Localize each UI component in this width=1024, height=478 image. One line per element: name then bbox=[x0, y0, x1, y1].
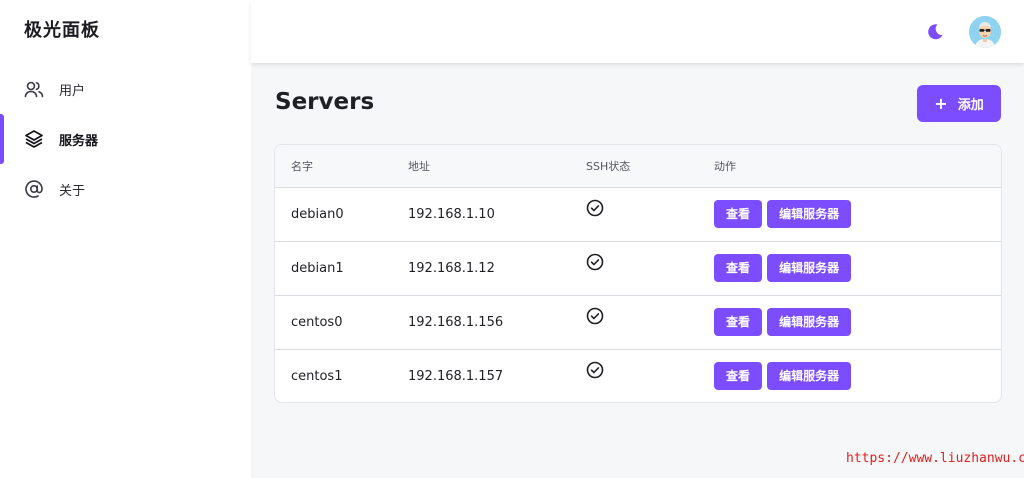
edit-server-button[interactable]: 编辑服务器 bbox=[767, 362, 852, 391]
check-circle-icon bbox=[586, 199, 604, 217]
users-icon bbox=[24, 79, 44, 99]
server-name: debian0 bbox=[291, 206, 344, 222]
server-address: 192.168.1.10 bbox=[408, 206, 495, 222]
watermark-text: https://www.liuzhanwu.cn bbox=[846, 451, 1024, 466]
server-address: 192.168.1.157 bbox=[408, 348, 586, 402]
server-address: 192.168.1.12 bbox=[408, 240, 586, 295]
ssh-status-cell bbox=[586, 348, 714, 402]
sidebar-item-label: 服务器 bbox=[59, 133, 99, 149]
actions-cell: 查看 编辑服务器 bbox=[714, 294, 1001, 349]
column-header-name: 名字 bbox=[275, 145, 408, 188]
sidebar-item-label: 用户 bbox=[59, 83, 86, 99]
column-header-actions: 动作 bbox=[714, 145, 1001, 188]
check-circle-icon bbox=[586, 361, 604, 379]
actions-cell: 查看 编辑服务器 bbox=[714, 348, 1001, 402]
server-name: centos0 bbox=[275, 294, 408, 349]
actions-cell: 查看 编辑服务器 bbox=[714, 187, 1001, 241]
edit-server-button[interactable]: 编辑服务器 bbox=[767, 200, 852, 228]
add-server-button[interactable]: + 添加 bbox=[917, 85, 1001, 122]
sidebar-item-users[interactable]: 用户 bbox=[0, 64, 251, 114]
view-button[interactable]: 查看 bbox=[714, 254, 763, 282]
sidebar-item-label: 关于 bbox=[59, 183, 86, 199]
servers-table-card: 名字 地址 SSH状态 动作 debian0 192.168.1.10 查看 编… bbox=[274, 144, 1002, 403]
table-header: 名字 地址 SSH状态 动作 bbox=[275, 145, 1001, 188]
table-row: debian1 192.168.1.12 查看 编辑服务器 bbox=[275, 240, 1001, 295]
edit-server-button[interactable]: 编辑服务器 bbox=[767, 308, 852, 336]
sidebar: 极光面板 用户 服务器 关于 bbox=[0, 0, 251, 478]
add-button-label: 添加 bbox=[957, 98, 984, 113]
column-header-ssh-status: SSH状态 bbox=[586, 145, 714, 188]
sidebar-item-servers[interactable]: 服务器 bbox=[0, 114, 251, 164]
server-name: centos1 bbox=[275, 348, 408, 402]
top-bar bbox=[251, 0, 1024, 63]
view-button[interactable]: 查看 bbox=[714, 362, 763, 391]
layers-icon bbox=[24, 129, 44, 149]
actions-cell: 查看 编辑服务器 bbox=[714, 240, 1001, 295]
table-row: debian0 192.168.1.10 查看 编辑服务器 bbox=[275, 187, 1001, 241]
view-button[interactable]: 查看 bbox=[714, 200, 763, 228]
table-row: centos1 192.168.1.157 查看 编辑服务器 bbox=[275, 348, 1001, 402]
main-content: Servers + 添加 名字 地址 SSH状态 动作 debian0 192.… bbox=[251, 63, 1024, 478]
sidebar-nav: 用户 服务器 关于 bbox=[0, 64, 251, 214]
app-title: 极光面板 bbox=[24, 20, 100, 41]
moon-icon[interactable] bbox=[925, 22, 945, 42]
check-circle-icon bbox=[586, 253, 604, 271]
ssh-status-cell bbox=[586, 294, 714, 349]
app-root: 极光面板 用户 服务器 关于 Servers + 添加 名字 地址 SSH状态 … bbox=[0, 0, 1024, 478]
plus-icon: + bbox=[934, 93, 948, 113]
view-button[interactable]: 查看 bbox=[714, 308, 763, 336]
server-address: 192.168.1.156 bbox=[408, 294, 586, 349]
edit-server-button[interactable]: 编辑服务器 bbox=[767, 254, 852, 282]
check-circle-icon bbox=[586, 307, 604, 325]
page-title: Servers bbox=[275, 89, 375, 115]
sidebar-item-about[interactable]: 关于 bbox=[0, 164, 251, 214]
column-header-address: 地址 bbox=[408, 145, 586, 188]
server-name: debian1 bbox=[275, 240, 408, 295]
avatar[interactable] bbox=[969, 16, 1001, 48]
at-sign-icon bbox=[24, 179, 44, 199]
table-body: debian0 192.168.1.10 查看 编辑服务器 debian1 19… bbox=[275, 187, 1001, 402]
servers-table: 名字 地址 SSH状态 动作 debian0 192.168.1.10 查看 编… bbox=[275, 145, 1001, 402]
table-row: centos0 192.168.1.156 查看 编辑服务器 bbox=[275, 294, 1001, 349]
ssh-status-cell bbox=[586, 187, 714, 241]
ssh-status-cell bbox=[586, 240, 714, 295]
